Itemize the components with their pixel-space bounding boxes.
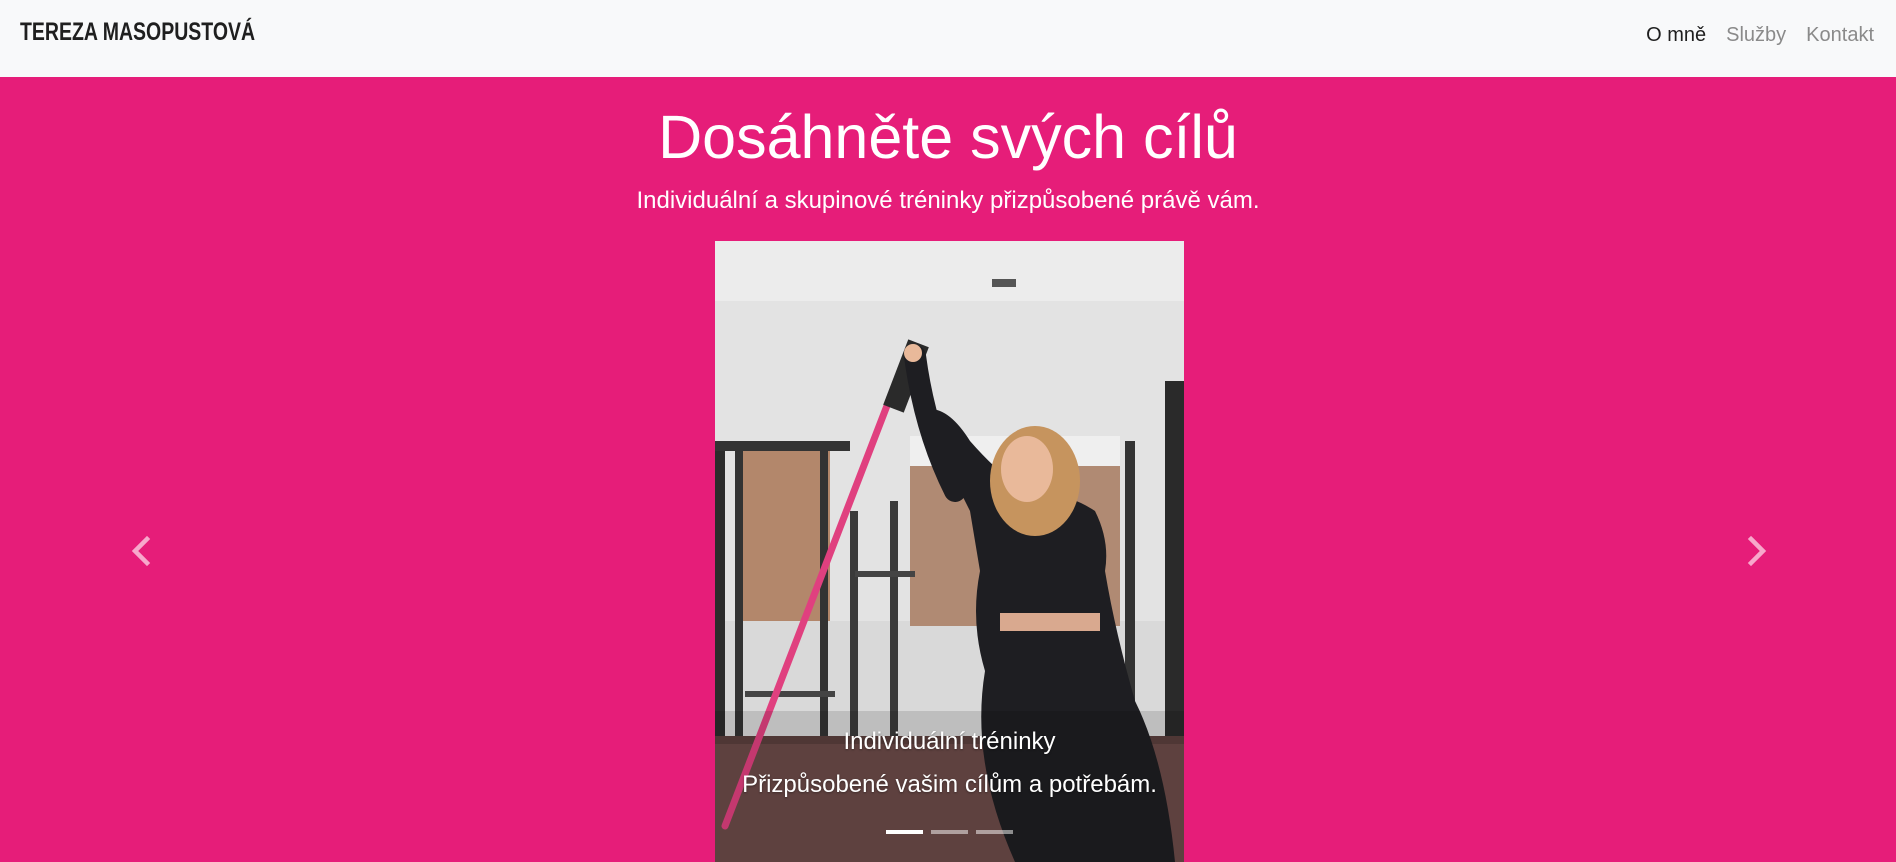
nav-link-kontakt[interactable]: Kontakt — [1806, 24, 1874, 47]
slide-image — [715, 241, 1184, 862]
hero-subtitle: Individuální a skupinové tréninky přizpů… — [636, 187, 1260, 214]
carousel-caption-title: Individuální tréninky — [843, 728, 1056, 755]
chevron-left-icon — [131, 535, 151, 567]
carousel-next-button[interactable] — [1736, 531, 1776, 571]
nav-link-o-mne[interactable]: O mně — [1646, 24, 1706, 47]
navbar: TEREZA MASOPUSTOVÁ O mně Služby Kontakt — [0, 0, 1896, 77]
brand-logo[interactable]: TEREZA MASOPUSTOVÁ — [20, 18, 255, 47]
carousel-slide-photo: Individuální tréninky Přizpůsobené vašim… — [715, 241, 1184, 862]
nav-links: O mně Služby Kontakt — [1626, 24, 1874, 47]
carousel-indicator-1[interactable] — [886, 830, 923, 834]
nav-link-sluzby[interactable]: Služby — [1726, 24, 1786, 47]
hero-section: Dosáhněte svých cílů Individuální a skup… — [0, 77, 1896, 862]
carousel-prev-button[interactable] — [122, 531, 162, 571]
carousel: Individuální tréninky Přizpůsobené vašim… — [0, 241, 1896, 862]
carousel-indicator-3[interactable] — [976, 830, 1013, 834]
hero-title: Dosáhněte svých cílů — [658, 103, 1238, 171]
carousel-caption-text: Přizpůsobené vašim cílům a potřebám. — [742, 771, 1157, 798]
chevron-right-icon — [1747, 535, 1767, 567]
carousel-indicator-2[interactable] — [931, 830, 968, 834]
carousel-indicators — [715, 830, 1184, 834]
